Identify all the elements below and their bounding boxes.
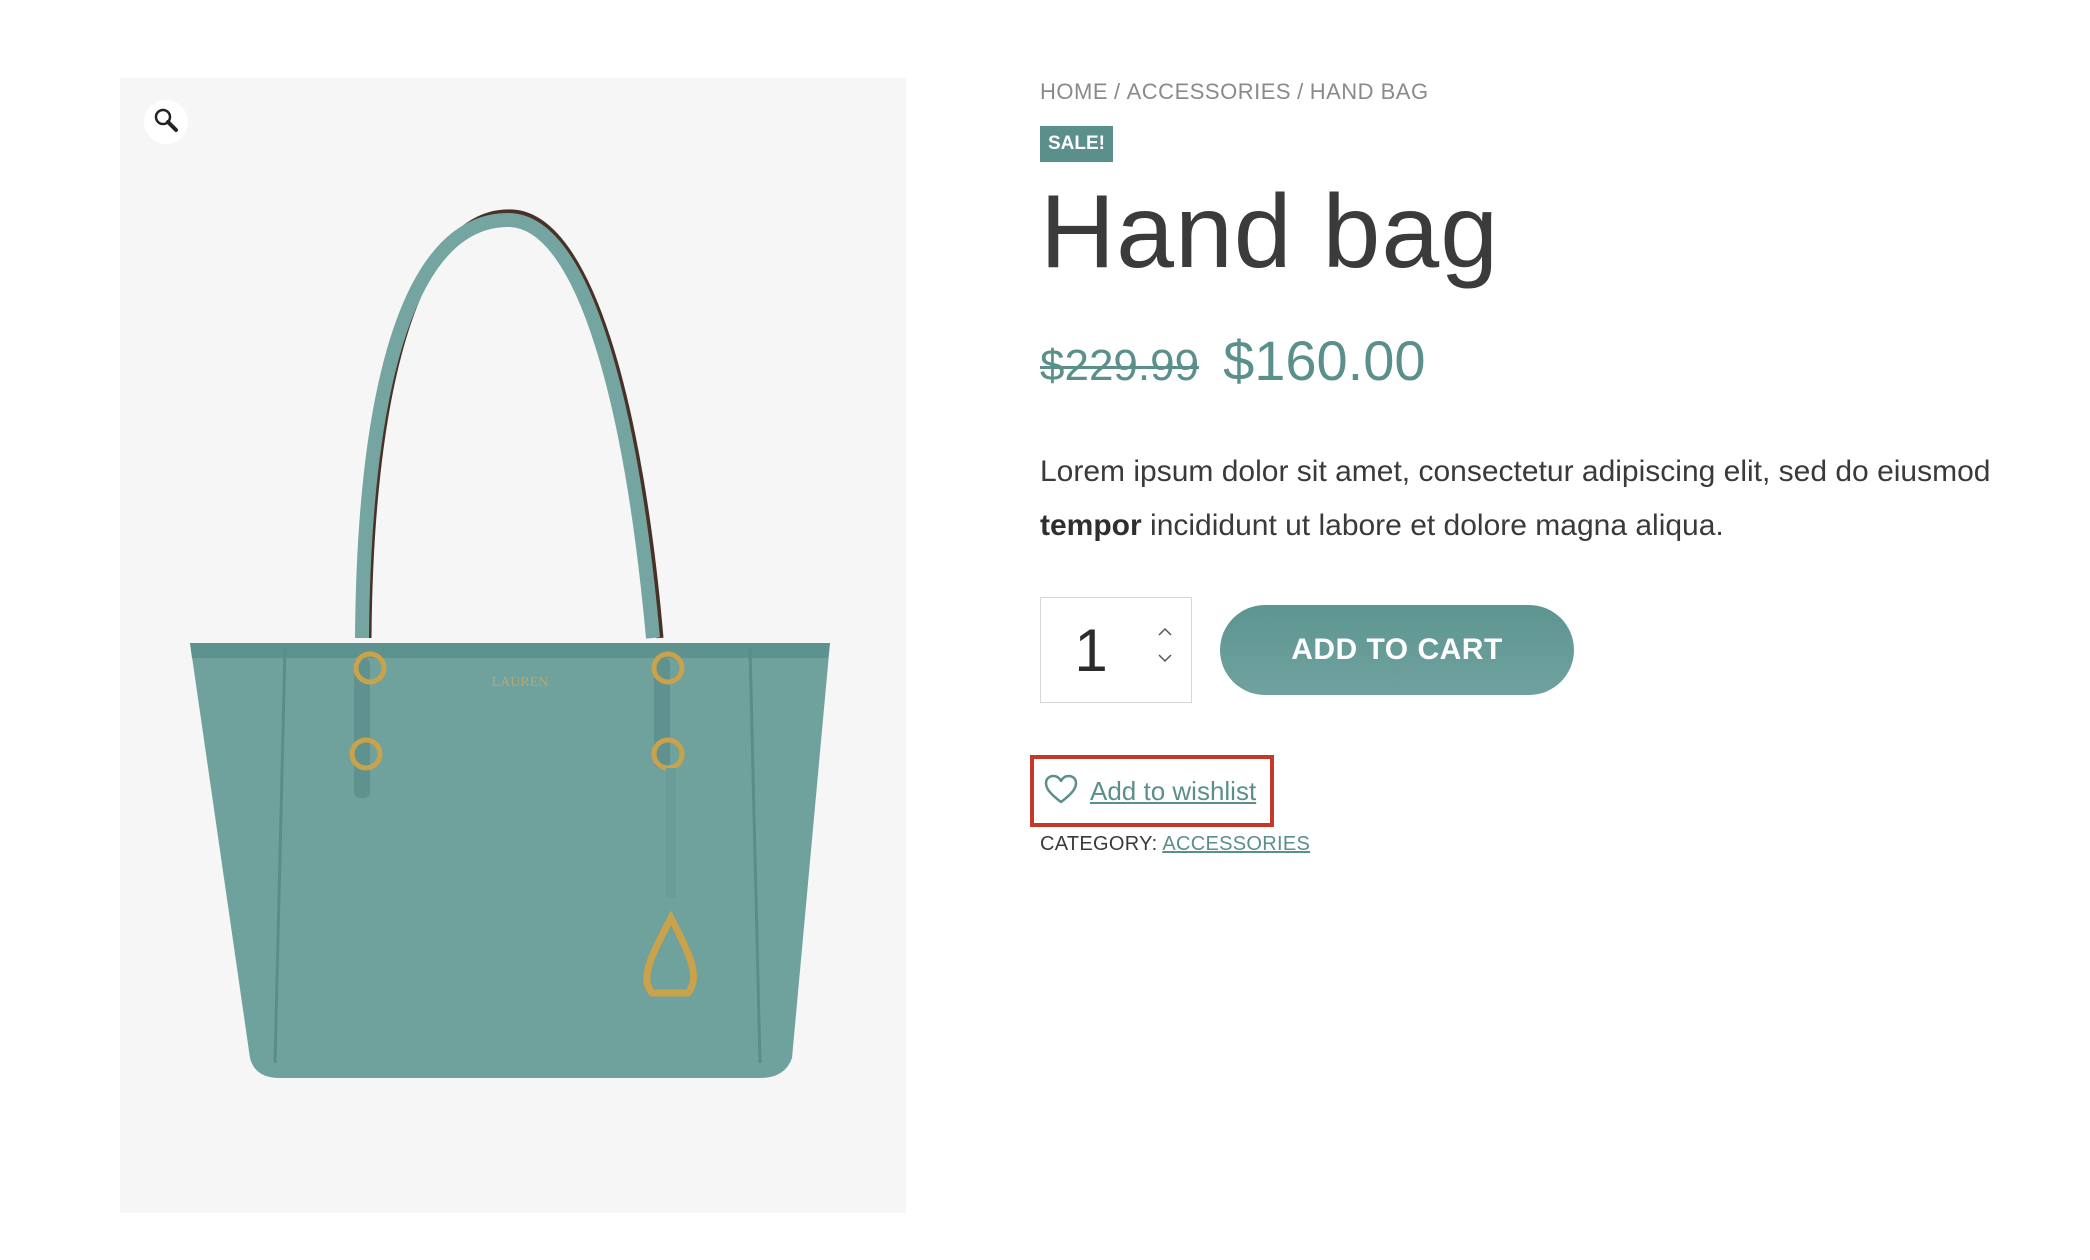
breadcrumb: HOME / ACCESSORIES / HAND BAG: [1040, 76, 2000, 108]
chevron-down-icon[interactable]: [1157, 650, 1173, 666]
product-page: LAUREN HOME / ACCESSORIES / HAND BAG SAL…: [0, 0, 2090, 1260]
breadcrumb-separator: /: [1297, 79, 1304, 104]
product-gallery[interactable]: LAUREN: [120, 78, 906, 1213]
sale-price: $160.00: [1223, 329, 1426, 392]
quantity-arrows: [1157, 624, 1173, 666]
heart-outline-icon[interactable]: [1044, 774, 1078, 809]
add-to-cart-form: ADD TO CART: [1040, 597, 2000, 703]
magnifier-icon: [153, 107, 179, 138]
svg-text:LAUREN: LAUREN: [492, 675, 549, 690]
chevron-up-icon[interactable]: [1157, 624, 1173, 640]
wishlist-highlight: Add to wishlist: [1030, 755, 1275, 827]
quantity-stepper[interactable]: [1040, 597, 1192, 703]
category-link[interactable]: ACCESSORIES: [1162, 833, 1310, 855]
old-price: $229.99: [1040, 341, 1200, 390]
zoom-button[interactable]: [144, 100, 188, 144]
breadcrumb-separator: /: [1114, 79, 1121, 104]
description-text: incididunt ut labore et dolore magna ali…: [1141, 509, 1724, 542]
breadcrumb-home[interactable]: HOME: [1040, 76, 1108, 108]
sale-badge: SALE!: [1040, 126, 1113, 162]
price: $229.99 $160.00: [1040, 328, 2000, 393]
product-summary: HOME / ACCESSORIES / HAND BAG SALE! Hand…: [1030, 76, 2000, 856]
breadcrumb-accessories[interactable]: ACCESSORIES: [1127, 76, 1291, 108]
breadcrumb-current: HAND BAG: [1309, 79, 1429, 104]
description-bold-text: tempor: [1040, 509, 1142, 542]
add-to-cart-button[interactable]: ADD TO CART: [1220, 605, 1574, 695]
product-category: CATEGORY: ACCESSORIES: [1040, 833, 2000, 856]
description-text: Lorem ipsum dolor sit amet, consectetur …: [1040, 455, 1991, 488]
product-image[interactable]: LAUREN: [120, 78, 906, 1213]
product-description: Lorem ipsum dolor sit amet, consectetur …: [1040, 445, 2000, 553]
product-title: Hand bag: [1040, 174, 1500, 290]
add-to-wishlist-link[interactable]: Add to wishlist: [1090, 776, 1256, 807]
category-label: CATEGORY:: [1040, 833, 1158, 855]
quantity-input[interactable]: [1041, 615, 1141, 685]
